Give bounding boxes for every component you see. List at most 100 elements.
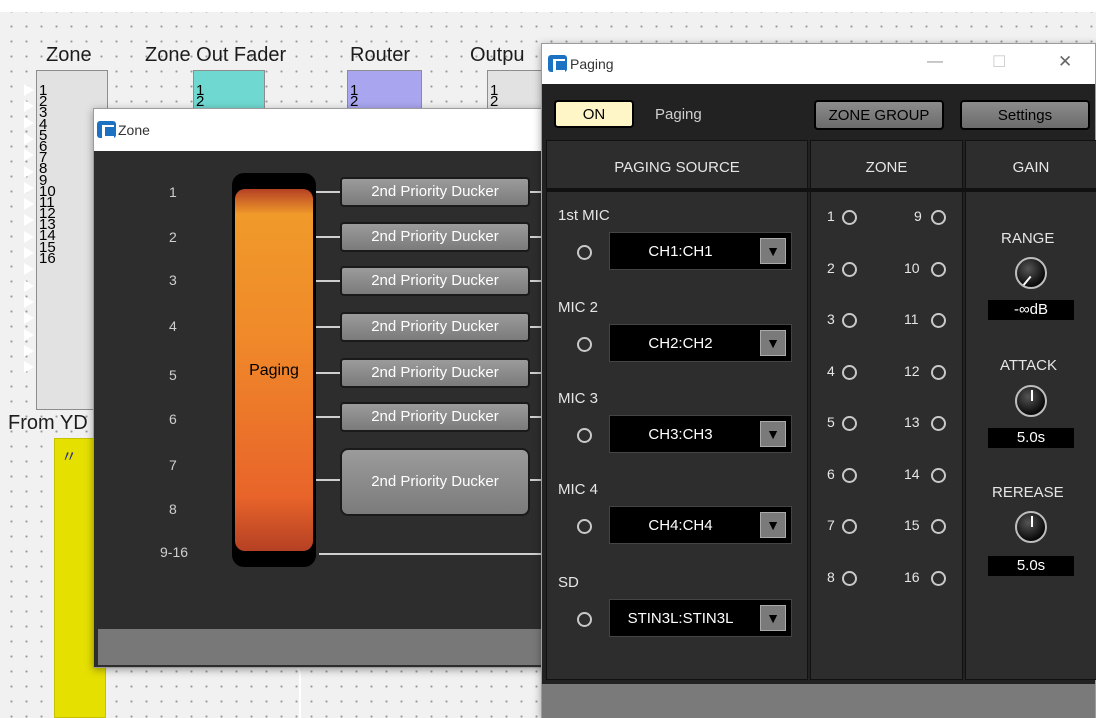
zone-number: 15 [904, 517, 920, 533]
input-arrow-icon [24, 100, 34, 113]
release-knob[interactable] [1015, 511, 1047, 543]
range-knob[interactable] [1015, 257, 1047, 289]
source-led[interactable] [577, 612, 592, 627]
channel-label: 6 [169, 411, 177, 427]
zone-led[interactable] [931, 364, 946, 380]
on-button[interactable]: ON [554, 100, 634, 128]
range-label: RANGE [1001, 230, 1055, 247]
minimize-button[interactable]: — [927, 53, 943, 71]
wire-bundle [106, 665, 301, 718]
zone-led[interactable] [842, 364, 857, 380]
zone-window[interactable]: Zone 1 2 3 4 5 6 7 8 9-16 Paging 2nd Priority Du… [93, 108, 554, 668]
zone-led[interactable] [842, 467, 857, 483]
ducker-button[interactable]: 2nd Priority Ducker [340, 358, 530, 388]
zone-led[interactable] [842, 210, 857, 225]
gain-header: GAIN [1012, 159, 1050, 176]
output-numbers: 12 [490, 83, 499, 110]
triangle-down-icon[interactable]: ▼ [760, 605, 786, 631]
zone-led[interactable] [931, 313, 946, 328]
maximize-button[interactable]: ☐ [992, 52, 1006, 72]
router-numbers: 12 [350, 83, 359, 110]
source-led[interactable] [577, 519, 592, 534]
input-arrow-icon [24, 165, 34, 178]
source-label: 1st MIC [558, 207, 610, 224]
zone-led[interactable] [931, 467, 946, 483]
input-arrow-icon [24, 361, 34, 374]
range-value[interactable]: -∞dB [988, 300, 1074, 320]
zone-number: 2 [827, 259, 835, 276]
zone-out-fader-title: Zone Out Fader [145, 44, 287, 66]
paging-window-titlebar[interactable]: Paging — ☐ ✕ [542, 44, 1095, 84]
channel-9-16-line [319, 553, 554, 555]
connector-line [316, 191, 342, 193]
source-select[interactable]: CH4:CH4 ▼ [609, 506, 792, 544]
zone-led[interactable] [842, 416, 857, 431]
connector-line [316, 479, 342, 481]
ducker-button[interactable]: 2nd Priority Ducker [340, 177, 530, 207]
source-led[interactable] [577, 428, 592, 443]
source-select-value: CH3:CH3 [648, 425, 713, 443]
zone-number: 14 [904, 465, 920, 482]
zone-led[interactable] [842, 570, 857, 586]
source-led[interactable] [577, 337, 592, 352]
input-arrow-icon [24, 263, 34, 276]
channel-label: 9-16 [160, 544, 189, 560]
zone-led[interactable] [931, 519, 946, 534]
zone-led[interactable] [931, 210, 946, 225]
input-arrow-icon [24, 279, 34, 292]
source-select[interactable]: CH1:CH1 ▼ [609, 232, 792, 270]
source-select[interactable]: CH3:CH3 ▼ [609, 415, 792, 453]
fader-numbers: 12 [196, 83, 204, 109]
zone-group-button[interactable]: ZONE GROUP [814, 100, 944, 130]
triangle-down-icon[interactable]: ▼ [760, 238, 786, 264]
zone-header: ZONE [865, 159, 908, 176]
ducker-button[interactable]: 2nd Priority Ducker [340, 448, 530, 516]
input-number: 2 [350, 93, 359, 110]
zone-led[interactable] [842, 261, 857, 277]
triangle-down-icon[interactable]: ▼ [760, 330, 786, 356]
from-block-title: From YD [8, 412, 88, 434]
zone-number: 16 [904, 568, 920, 585]
source-select[interactable]: STIN3L:STIN3L ▼ [609, 599, 792, 637]
release-value[interactable]: 5.0s [988, 556, 1074, 576]
connector-line [316, 372, 342, 374]
close-button[interactable]: ✕ [1058, 52, 1072, 72]
zone-number: 3 [827, 311, 835, 327]
source-label: MIC 3 [558, 390, 599, 407]
zone-led[interactable] [931, 570, 946, 586]
settings-button[interactable]: Settings [960, 100, 1090, 130]
source-led[interactable] [577, 245, 592, 260]
connector-line [316, 326, 342, 328]
ducker-button[interactable]: 2nd Priority Ducker [340, 402, 530, 432]
attack-knob[interactable] [1015, 385, 1047, 417]
paging-source-header: PAGING SOURCE [614, 159, 740, 176]
input-number: 2 [490, 93, 499, 110]
attack-value[interactable]: 5.0s [988, 428, 1074, 448]
triangle-down-icon[interactable]: ▼ [760, 421, 786, 447]
input-arrow-icon [24, 198, 34, 211]
channel-label: 4 [169, 318, 177, 334]
zone-led[interactable] [842, 519, 857, 534]
zone-led[interactable] [931, 416, 946, 431]
ducker-button[interactable]: 2nd Priority Ducker [340, 222, 530, 252]
zone-window-title: Zone [118, 122, 150, 138]
channel-label: 3 [169, 272, 177, 288]
router-title: Router [350, 44, 411, 66]
input-arrow-icon [24, 149, 34, 162]
input-arrow-icon [24, 181, 34, 194]
source-select[interactable]: CH2:CH2 ▼ [609, 324, 792, 362]
paging-window[interactable]: Paging — ☐ ✕ ON Paging ZONE GROUP Settin… [541, 43, 1096, 718]
zone-window-titlebar[interactable]: Zone [94, 109, 552, 151]
input-number: 16 [39, 249, 56, 267]
ducker-button[interactable]: 2nd Priority Ducker [340, 312, 530, 342]
input-arrow-icon [24, 214, 34, 227]
zone-led[interactable] [842, 313, 857, 328]
source-label: SD [558, 574, 579, 591]
zone-led[interactable] [931, 261, 946, 277]
triangle-down-icon[interactable]: ▼ [760, 512, 786, 538]
input-arrow-icon [24, 116, 34, 129]
input-arrow-icon [24, 328, 34, 341]
zone-number: 5 [827, 414, 835, 430]
input-arrow-icon [24, 84, 34, 96]
ducker-button[interactable]: 2nd Priority Ducker [340, 266, 530, 296]
